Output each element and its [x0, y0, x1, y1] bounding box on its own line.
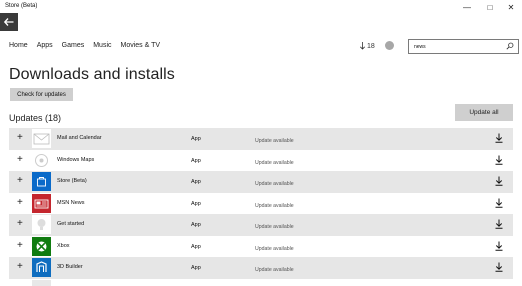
update-status: Update available [255, 181, 294, 187]
xbox-icon [32, 236, 51, 256]
expand-icon[interactable]: + [17, 197, 23, 208]
app-name: Xbox [57, 242, 70, 249]
expand-icon[interactable]: + [17, 219, 23, 229]
list-item[interactable]: + Mail and Calendar App Update available [9, 128, 513, 150]
download-arrow-icon [360, 42, 365, 50]
app-type: App [191, 265, 201, 271]
app-name: Mail and Calendar [57, 135, 102, 141]
app-name: 3D Builder [57, 264, 83, 270]
download-icon[interactable] [495, 198, 503, 208]
nav-home[interactable]: Home [9, 42, 28, 49]
title-bar: Store (Beta) — □ ✕ [0, 0, 522, 14]
search-icon[interactable] [506, 42, 514, 50]
download-icon[interactable] [495, 262, 503, 272]
app-type: App [191, 243, 201, 250]
update-status: Update available [255, 267, 294, 273]
nav-games[interactable]: Games [62, 42, 85, 49]
update-status: Update available [255, 202, 294, 209]
avatar[interactable] [385, 41, 394, 50]
list-item[interactable]: + Store (Beta) App Update available [9, 171, 513, 193]
list-item[interactable]: + MSN News App Update available [9, 193, 513, 215]
app-type: App [191, 179, 201, 185]
downloads-count: 18 [367, 42, 375, 50]
list-item[interactable]: + Xbox App Update available [9, 236, 513, 258]
nav-movies-tv[interactable]: Movies & TV [121, 42, 161, 49]
list-item[interactable]: + Windows Maps App Update available [9, 150, 513, 172]
app-tile [32, 279, 51, 286]
downloads-indicator[interactable]: 18 [360, 42, 375, 50]
window-title: Store (Beta) [5, 3, 38, 9]
store-icon [32, 172, 51, 191]
back-arrow-icon [4, 18, 14, 26]
list-item[interactable]: + Get started App Update available [9, 214, 513, 236]
app-name: Store (Beta) [57, 178, 87, 184]
app-name: Windows Maps [57, 156, 95, 163]
update-status: Update available [255, 245, 294, 252]
search-value: news [414, 44, 426, 50]
expand-icon[interactable]: + [17, 240, 23, 251]
expand-icon[interactable]: + [17, 133, 23, 143]
main-nav: Home Apps Games Music Movies & TV [9, 42, 169, 49]
check-for-updates-button[interactable]: Check for updates [10, 88, 73, 101]
news-icon [32, 193, 51, 213]
update-status: Update available [255, 159, 294, 166]
search-input[interactable]: news [408, 39, 519, 54]
expand-icon[interactable]: + [17, 176, 23, 186]
back-button[interactable] [0, 13, 18, 31]
updates-heading: Updates (18) [9, 113, 62, 123]
download-icon[interactable] [495, 219, 503, 229]
update-status: Update available [255, 138, 294, 144]
lightbulb-icon [32, 215, 51, 234]
download-icon[interactable] [495, 176, 503, 186]
nav-music[interactable]: Music [93, 42, 111, 49]
update-status: Update available [255, 224, 294, 230]
app-type: App [191, 136, 201, 142]
3d-builder-icon [32, 258, 51, 277]
minimize-button[interactable]: — [456, 0, 478, 14]
app-name: Get started [57, 221, 85, 227]
expand-icon[interactable]: + [17, 262, 23, 272]
app-type: App [191, 157, 201, 164]
list-item[interactable]: + 3D Builder App Update available [9, 257, 513, 279]
update-all-button[interactable]: Update all [455, 104, 513, 121]
maps-icon [32, 150, 51, 170]
download-icon[interactable] [495, 241, 503, 251]
maximize-icon: □ [487, 2, 493, 12]
nav-apps[interactable]: Apps [37, 42, 53, 49]
app-name: MSN News [57, 199, 85, 206]
close-icon: ✕ [507, 2, 515, 12]
expand-icon[interactable]: + [17, 154, 23, 165]
close-button[interactable]: ✕ [500, 0, 522, 14]
download-icon[interactable] [495, 155, 503, 165]
list-item-partial [9, 279, 513, 286]
maximize-button[interactable]: □ [479, 0, 501, 14]
minimize-icon: — [463, 2, 471, 12]
app-type: App [191, 222, 201, 228]
page-title: Downloads and installs [9, 66, 175, 83]
app-type: App [191, 200, 201, 207]
mail-icon [32, 129, 51, 148]
updates-list: + Mail and Calendar App Update available… [9, 128, 513, 286]
download-icon[interactable] [495, 133, 503, 143]
